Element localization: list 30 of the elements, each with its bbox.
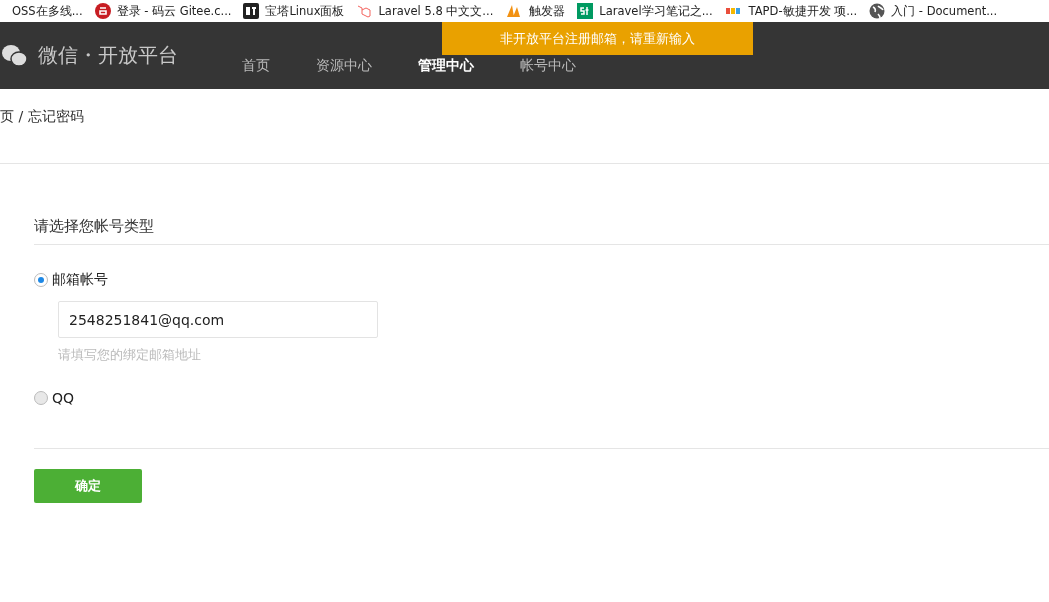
breadcrumb: 页 / 忘记密码 <box>0 108 85 126</box>
radio-option[interactable]: QQ <box>34 390 1049 406</box>
bookmark-icon <box>577 3 594 19</box>
radio-button[interactable] <box>34 273 48 287</box>
bookmark-link[interactable]: Laravel学习笔记之... <box>599 3 713 19</box>
site-title: 微信・开放平台 <box>38 42 178 69</box>
radio-button[interactable] <box>34 391 48 405</box>
bookmark-link[interactable]: TAPD-敏捷开发 项... <box>748 3 858 19</box>
bookmark-link[interactable]: 宝塔Linux面板 <box>265 3 345 19</box>
nav-link[interactable]: 帐号中心 <box>520 57 576 75</box>
error-toast: 非开放平台注册邮箱，请重新输入 <box>442 22 753 55</box>
bookmark-link[interactable]: 入门 - Document... <box>891 3 998 19</box>
bookmark-link[interactable]: 触发器 <box>529 3 566 19</box>
section-heading: 请选择您帐号类型 <box>34 217 155 236</box>
bookmark-link[interactable]: Laravel 5.8 中文文... <box>378 3 494 19</box>
radio-label: QQ <box>52 390 75 406</box>
bookmark-icon <box>94 3 111 19</box>
email-field[interactable]: 2548251841@qq.com <box>58 301 378 338</box>
field-hint: 请填写您的绑定邮箱地址 <box>58 346 202 364</box>
globe-icon <box>869 3 886 19</box>
nav-link[interactable]: 管理中心 <box>418 57 474 75</box>
radio-option[interactable]: 邮箱帐号 <box>34 271 1049 289</box>
nav-link[interactable]: 资源中心 <box>316 57 372 75</box>
bookmark-icon <box>356 3 373 19</box>
bookmark-link[interactable]: OSS在多线... <box>12 3 83 19</box>
radio-label: 邮箱帐号 <box>52 271 108 289</box>
nav-link[interactable]: 首页 <box>242 57 270 75</box>
bookmark-icon <box>724 5 743 17</box>
bookmark-icon <box>243 3 260 19</box>
bookmark-link[interactable]: 登录 - 码云 Gitee.c... <box>116 3 232 19</box>
